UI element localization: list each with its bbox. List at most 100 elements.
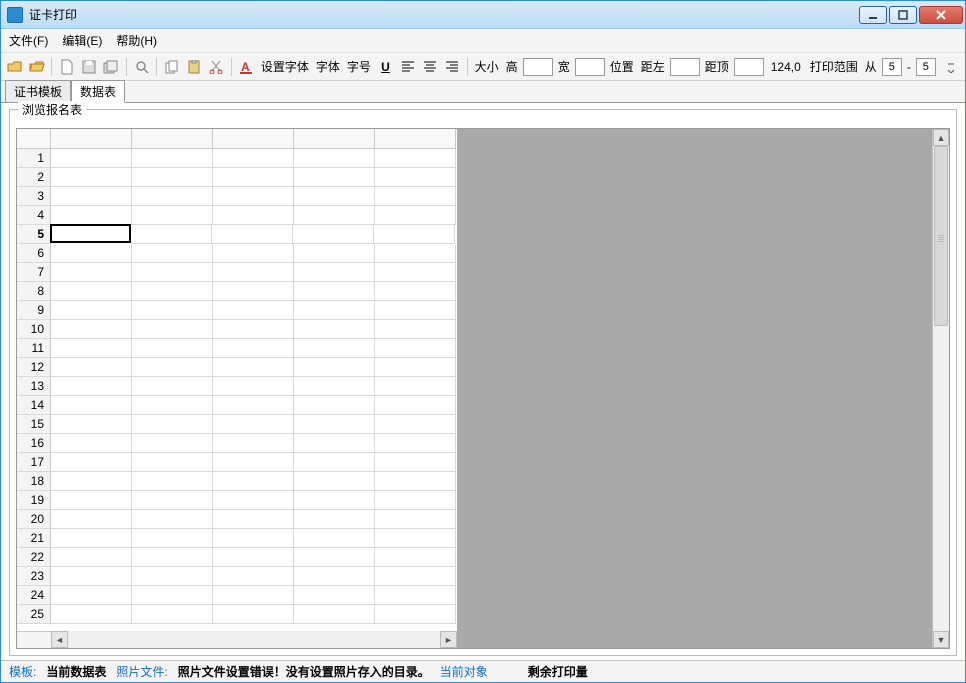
cell[interactable] <box>51 529 132 548</box>
col-header-1[interactable] <box>51 129 132 149</box>
row-header[interactable]: 24 <box>17 586 51 605</box>
cell[interactable] <box>375 605 456 624</box>
cell[interactable] <box>51 358 132 377</box>
cell[interactable] <box>375 415 456 434</box>
table-row[interactable]: 18 <box>17 472 457 491</box>
save-all-icon[interactable] <box>102 57 121 77</box>
cell[interactable] <box>51 396 132 415</box>
hscroll-left-arrow[interactable]: ◄ <box>51 631 68 648</box>
menu-help[interactable]: 帮助(H) <box>116 32 157 49</box>
cell[interactable] <box>51 301 132 320</box>
cell[interactable] <box>51 434 132 453</box>
row-header[interactable]: 1 <box>17 149 51 168</box>
range-to-input[interactable] <box>916 58 936 76</box>
top-input[interactable] <box>734 58 764 76</box>
close-button[interactable] <box>919 6 963 24</box>
cell[interactable] <box>213 320 294 339</box>
cell[interactable] <box>132 377 213 396</box>
cell[interactable] <box>51 453 132 472</box>
cell[interactable] <box>375 529 456 548</box>
row-header[interactable]: 17 <box>17 453 51 472</box>
align-right-icon[interactable] <box>443 57 462 77</box>
cell[interactable] <box>375 453 456 472</box>
row-header[interactable]: 3 <box>17 187 51 206</box>
cell[interactable] <box>375 586 456 605</box>
table-row[interactable]: 8 <box>17 282 457 301</box>
cell[interactable] <box>294 529 375 548</box>
cell[interactable] <box>375 548 456 567</box>
titlebar[interactable]: 证卡打印 <box>1 1 965 29</box>
cell[interactable] <box>375 472 456 491</box>
font-color-icon[interactable]: A <box>237 57 256 77</box>
table-row[interactable]: 5 <box>17 225 457 244</box>
cell[interactable] <box>50 224 131 243</box>
cell[interactable] <box>294 301 375 320</box>
menu-edit[interactable]: 编辑(E) <box>62 32 102 49</box>
search-icon[interactable] <box>132 57 151 77</box>
cell[interactable] <box>213 567 294 586</box>
cell[interactable] <box>213 168 294 187</box>
cell[interactable] <box>294 548 375 567</box>
cell[interactable] <box>51 339 132 358</box>
cell[interactable] <box>213 586 294 605</box>
cell[interactable] <box>375 491 456 510</box>
paste-icon[interactable] <box>184 57 203 77</box>
cell[interactable] <box>132 301 213 320</box>
cut-icon[interactable] <box>206 57 225 77</box>
table-row[interactable]: 22 <box>17 548 457 567</box>
cell[interactable] <box>51 567 132 586</box>
cell[interactable] <box>213 491 294 510</box>
cell[interactable] <box>132 434 213 453</box>
table-row[interactable]: 13 <box>17 377 457 396</box>
cell[interactable] <box>132 586 213 605</box>
copy-icon[interactable] <box>162 57 181 77</box>
cell[interactable] <box>213 396 294 415</box>
cell[interactable] <box>51 168 132 187</box>
cell[interactable] <box>132 168 213 187</box>
hscroll-track[interactable] <box>68 631 440 648</box>
row-header[interactable]: 4 <box>17 206 51 225</box>
cell[interactable] <box>213 358 294 377</box>
col-header-4[interactable] <box>294 129 375 149</box>
cell[interactable] <box>213 472 294 491</box>
align-center-icon[interactable] <box>420 57 439 77</box>
cell[interactable] <box>294 434 375 453</box>
cell[interactable] <box>132 510 213 529</box>
cell[interactable] <box>375 567 456 586</box>
table-row[interactable]: 3 <box>17 187 457 206</box>
h-scrollbar[interactable]: ◄ ► <box>17 631 457 648</box>
underline-icon[interactable]: U <box>376 57 395 77</box>
col-header-3[interactable] <box>213 129 294 149</box>
tab-template[interactable]: 证书模板 <box>5 80 71 103</box>
cell[interactable] <box>375 244 456 263</box>
cell[interactable] <box>132 244 213 263</box>
minimize-button[interactable] <box>859 6 887 24</box>
vscroll-track[interactable] <box>933 146 949 631</box>
row-header[interactable]: 14 <box>17 396 51 415</box>
cell[interactable] <box>132 415 213 434</box>
cell[interactable] <box>132 529 213 548</box>
cell[interactable] <box>294 168 375 187</box>
cell[interactable] <box>51 491 132 510</box>
cell[interactable] <box>213 434 294 453</box>
cell[interactable] <box>375 301 456 320</box>
row-header[interactable]: 22 <box>17 548 51 567</box>
table-row[interactable]: 24 <box>17 586 457 605</box>
col-header-5[interactable] <box>375 129 456 149</box>
cell[interactable] <box>51 548 132 567</box>
cell[interactable] <box>213 263 294 282</box>
cell[interactable] <box>294 586 375 605</box>
cell[interactable] <box>213 244 294 263</box>
row-header[interactable]: 12 <box>17 358 51 377</box>
cell[interactable] <box>294 415 375 434</box>
cell[interactable] <box>294 605 375 624</box>
cell[interactable] <box>132 187 213 206</box>
row-header[interactable]: 11 <box>17 339 51 358</box>
menu-file[interactable]: 文件(F) <box>9 32 48 49</box>
cell[interactable] <box>294 567 375 586</box>
row-header[interactable]: 10 <box>17 320 51 339</box>
cell[interactable] <box>375 510 456 529</box>
cell[interactable] <box>213 510 294 529</box>
row-header[interactable]: 25 <box>17 605 51 624</box>
col-header-2[interactable] <box>132 129 213 149</box>
